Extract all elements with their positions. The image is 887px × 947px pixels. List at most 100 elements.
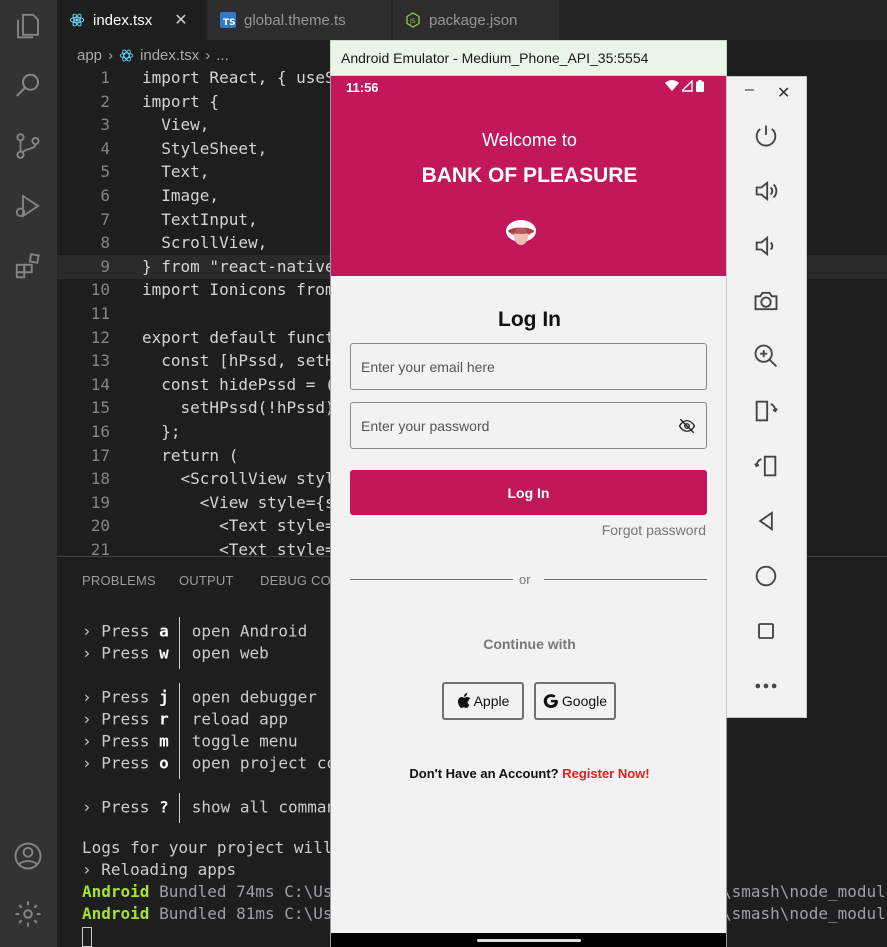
apple-login-button[interactable]: Apple <box>442 682 524 720</box>
logs-line: Logs for your project will a <box>82 838 352 857</box>
rotate-right-icon[interactable] <box>749 449 783 483</box>
close-icon[interactable]: ✕ <box>777 83 790 103</box>
breadcrumb-folder[interactable]: app <box>77 47 102 64</box>
terminal-shortcut-line: › Press m toggle menu <box>82 727 298 757</box>
google-button-label: Google <box>561 693 608 709</box>
bundle-text: Bundled 74ms C:\User <box>149 882 352 901</box>
line-number: 3 <box>100 115 110 135</box>
code-text: const hidePssd = ( <box>142 374 335 394</box>
extensions-icon[interactable] <box>10 248 46 284</box>
account-icon[interactable] <box>10 838 46 874</box>
code-text: <ScrollView styl <box>142 469 335 489</box>
more-icon[interactable] <box>749 669 783 703</box>
chevron-right-icon: › <box>205 46 211 64</box>
separator <box>178 639 180 669</box>
welcome-text: Welcome to <box>482 130 577 150</box>
terminal-shortcut-line: › Press w open web <box>82 639 269 669</box>
tab-package-json[interactable]: JS package.json <box>393 0 560 40</box>
chevron-right-icon: › <box>108 46 114 64</box>
line-number: 6 <box>100 186 110 205</box>
code-text: Image, <box>142 186 220 205</box>
shortcut-prefix: › Press <box>82 687 160 707</box>
google-login-button[interactable]: Google <box>534 682 616 720</box>
shortcut-key: r <box>159 709 169 729</box>
home-icon[interactable] <box>749 559 783 593</box>
volume-down-icon[interactable] <box>749 229 783 263</box>
shortcut-action: open web <box>191 643 269 663</box>
shortcut-prefix: › Press <box>82 621 160 641</box>
android-nav-bar <box>331 933 726 947</box>
back-icon[interactable] <box>749 504 783 538</box>
app-header: Welcome to BANK OF PLEASURE <box>331 98 726 276</box>
close-tab-icon[interactable]: ✕ <box>174 10 187 30</box>
no-account-text: Don't Have an Account? <box>409 766 559 781</box>
register-link[interactable]: Register Now! <box>562 766 649 781</box>
divider <box>544 579 707 580</box>
camera-icon[interactable] <box>749 284 783 318</box>
tab-label: index.tsx <box>93 11 153 29</box>
terminal-cursor[interactable] <box>82 925 92 947</box>
password-input[interactable] <box>361 403 661 448</box>
shortcut-key: a <box>159 621 169 641</box>
login-button[interactable]: Log In <box>350 470 707 515</box>
code-text: <Text style= <box>142 540 335 556</box>
battery-icon <box>696 80 704 92</box>
run-debug-icon[interactable] <box>10 188 46 224</box>
terminal-shortcut-line: › Press o open project coc <box>82 749 346 779</box>
code-text: } from "react-native <box>142 256 335 276</box>
google-icon <box>543 694 559 708</box>
tab-problems[interactable]: PROBLEMS <box>82 573 156 588</box>
email-field[interactable] <box>350 343 707 390</box>
breadcrumb-symbol[interactable]: ... <box>216 47 229 64</box>
activity-bar <box>0 0 57 947</box>
volume-up-icon[interactable] <box>749 174 783 208</box>
code-text: StyleSheet, <box>142 138 268 158</box>
code-text: <Text style= <box>142 516 335 536</box>
overview-icon[interactable] <box>749 614 783 648</box>
shortcut-prefix: › Press <box>82 709 160 729</box>
status-time: 11:56 <box>346 80 379 95</box>
code-text: View, <box>142 115 210 135</box>
code-text: export default funct <box>142 327 335 347</box>
gesture-handle[interactable] <box>477 939 581 942</box>
settings-gear-icon[interactable] <box>10 896 46 932</box>
line-number: 5 <box>100 162 110 182</box>
eye-off-icon[interactable] <box>678 417 696 435</box>
bundle-path-tail: \smash\node_modules\ <box>722 904 887 923</box>
power-icon[interactable] <box>749 119 783 153</box>
code-text: setHPssd(!hPssd) <box>142 398 335 418</box>
wifi-icon <box>665 80 679 91</box>
search-icon[interactable] <box>10 68 46 104</box>
shortcut-key: w <box>159 643 169 663</box>
typescript-icon: TS <box>220 12 236 28</box>
rotate-left-icon[interactable] <box>749 394 783 428</box>
forgot-password-link[interactable]: Forgot password <box>602 522 706 538</box>
tab-debug-console[interactable]: DEBUG CON <box>260 573 341 588</box>
code-text: ScrollView, <box>142 233 268 253</box>
line-number: 9 <box>100 256 110 276</box>
breadcrumb: app › index.tsx › ... <box>57 42 229 68</box>
status-bar: 11:56 <box>331 76 726 98</box>
bundle-text: Bundled 81ms C:\User <box>149 904 352 923</box>
password-field[interactable] <box>350 402 707 449</box>
breadcrumb-file[interactable]: index.tsx <box>140 47 199 64</box>
cursor-block <box>82 926 92 947</box>
login-title: Log In <box>498 308 561 331</box>
tab-global-theme-ts[interactable]: TS global.theme.ts <box>208 0 392 40</box>
bank-name: BANK OF PLEASURE <box>421 164 638 187</box>
shortcut-action: open project coc <box>191 753 346 773</box>
emulator-toolbar: – ✕ <box>726 76 807 718</box>
line-number: 2 <box>100 91 110 111</box>
tab-output[interactable]: OUTPUT <box>179 573 234 588</box>
source-control-icon[interactable] <box>10 128 46 164</box>
minimize-icon[interactable]: – <box>745 81 754 99</box>
zoom-icon[interactable] <box>749 339 783 373</box>
svg-text:JS: JS <box>409 18 416 25</box>
separator <box>178 793 180 823</box>
tab-label: package.json <box>429 11 518 29</box>
email-input[interactable] <box>361 344 661 389</box>
shortcut-prefix: › Press <box>82 797 160 817</box>
shortcut-action: open Android <box>191 621 308 641</box>
explorer-icon[interactable] <box>10 8 46 44</box>
tab-index-tsx[interactable]: index.tsx ✕ <box>57 0 207 40</box>
